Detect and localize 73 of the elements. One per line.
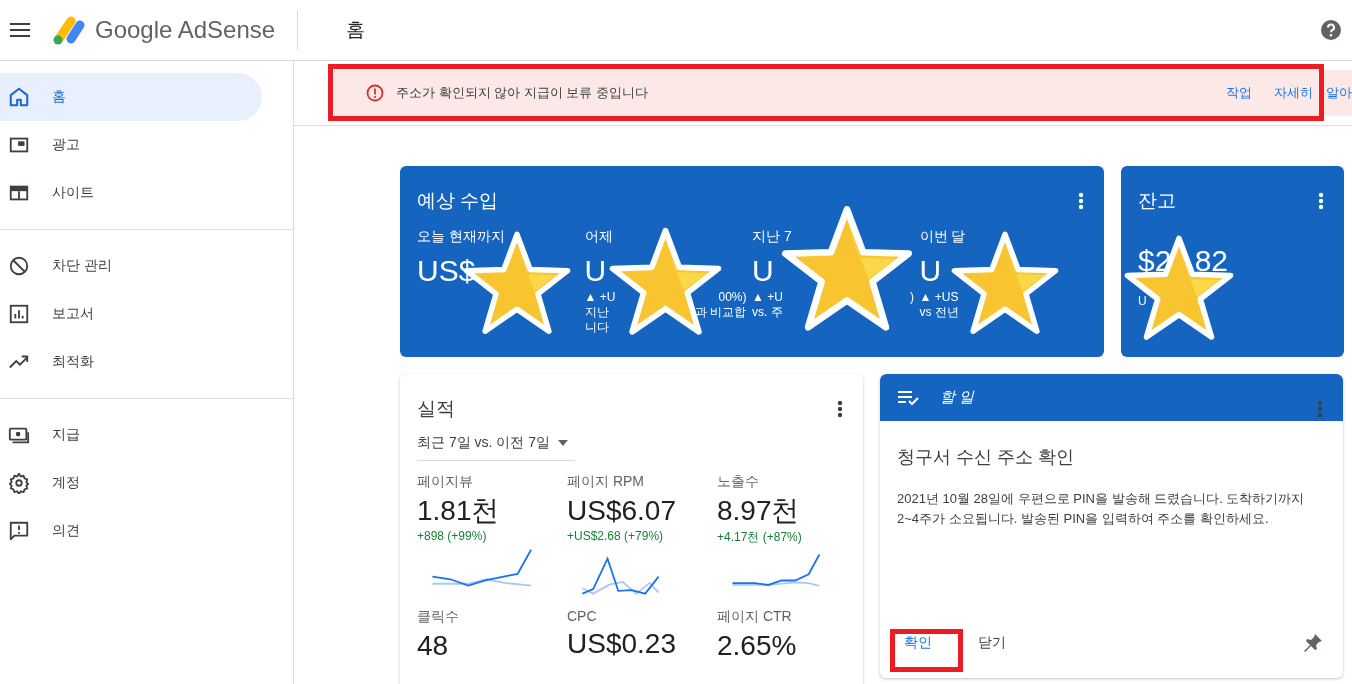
task-button[interactable]: 확인 (892, 626, 944, 660)
metric-note: ▲ +U (752, 290, 783, 305)
help-icon[interactable] (1320, 19, 1342, 41)
warning-icon (366, 84, 384, 102)
card-title: 예상 수입 (417, 189, 499, 213)
product-name: Google AdSense (95, 16, 276, 44)
block-icon (8, 255, 30, 277)
metric-label: 페이지뷰 (417, 473, 474, 491)
alert-message: 주소가 확인되지 않아 지급이 보류 중입니다 (396, 84, 649, 102)
balance-value: $2 (1138, 244, 1172, 279)
metric-label: 클릭수 (417, 608, 460, 626)
sidebar-item[interactable]: 홈 (0, 73, 262, 121)
metric-note: vs 전년 (919, 305, 959, 320)
sidebar-item[interactable]: 지급 (0, 411, 262, 459)
metric-label: 지난 7 (752, 228, 793, 246)
sidebar-item[interactable]: 의견 (0, 507, 262, 555)
page-title: 홈 (346, 18, 366, 42)
metric-value: U (584, 254, 608, 289)
feedback-icon (8, 520, 30, 542)
metric-note: U (1138, 294, 1147, 309)
task-description: 2021년 10월 28일에 우편으로 PIN을 발송해 드렸습니다. 도착하기까지 2~4주가 소요됩니다. 발송된 PIN을 입력하여 주소를 확인하세요. (897, 490, 1306, 528)
metric-change: +898 (+99%) (417, 529, 488, 543)
bar-chart-icon (8, 303, 30, 325)
more-options-icon[interactable] (1078, 192, 1084, 210)
metric-value: 2.65% (717, 630, 798, 662)
alert-link[interactable]: 자세히 알아 (1274, 84, 1352, 102)
pin-icon[interactable] (1303, 633, 1323, 653)
more-options-icon[interactable] (837, 400, 843, 418)
sidebar-item[interactable]: 차단 관리 (0, 242, 262, 290)
metric-note: 지난 (584, 305, 609, 320)
metric-value: U (919, 254, 943, 289)
metric-label: 어제 (584, 228, 614, 246)
sidebar-item[interactable]: 보고서 (0, 290, 262, 338)
metric-value: 48 (417, 630, 450, 662)
metric-change: +4.17천 (+87%) (717, 529, 803, 546)
sidebar-item[interactable]: 사이트 (0, 169, 262, 217)
metric-value: US$6.07 (567, 495, 677, 527)
metric-label: 페이지 RPM (567, 473, 645, 491)
task-button[interactable]: 닫기 (966, 626, 1018, 660)
metric-note: vs. 주 (752, 305, 783, 320)
logo-icon (51, 15, 85, 45)
task-title: 청구서 수신 주소 확인 (897, 446, 1075, 469)
metric-label: 노출수 (717, 473, 760, 491)
balance-value: 82 (1194, 244, 1228, 279)
metric-label: CPC (567, 608, 598, 624)
card-title: 실적 (417, 397, 455, 421)
metric-note: ) (910, 290, 914, 305)
sidebar-item[interactable]: 최적화 (0, 338, 262, 386)
metric-label: 이번 달 (919, 228, 967, 246)
metric-note: 과 비교합 (695, 305, 747, 320)
home-icon (8, 86, 30, 108)
alert-link[interactable]: 작업 (1226, 84, 1253, 102)
metric-value: 8.97천 (717, 495, 801, 527)
menu-icon[interactable] (10, 22, 30, 38)
more-options-icon[interactable] (1318, 192, 1324, 210)
checklist-icon (898, 389, 920, 406)
settings-icon (8, 472, 30, 494)
todo-header-title: 할 일 (940, 388, 975, 407)
metric-note: 니다 (584, 320, 609, 335)
metric-value: U (752, 254, 775, 289)
sidebar-item[interactable]: 계정 (0, 459, 262, 507)
metric-note: ▲ +U (584, 290, 616, 305)
metric-value: 1.81천 (417, 495, 501, 527)
metric-value: US$0.23 (567, 628, 677, 660)
card-title: 잔고 (1138, 189, 1176, 213)
metric-label: 페이지 CTR (717, 608, 793, 626)
sidebar-item[interactable]: 광고 (0, 121, 262, 169)
metric-note: ▲ +US (919, 290, 959, 305)
metric-change: +US$2.68 (+79%) (567, 529, 665, 543)
date-range-dropdown[interactable]: 최근 7일 vs. 이전 7일 (417, 434, 575, 461)
metric-label: 오늘 현재까지 (417, 228, 506, 246)
caret-icon (558, 440, 569, 446)
metric-note: 00%) (718, 290, 747, 305)
